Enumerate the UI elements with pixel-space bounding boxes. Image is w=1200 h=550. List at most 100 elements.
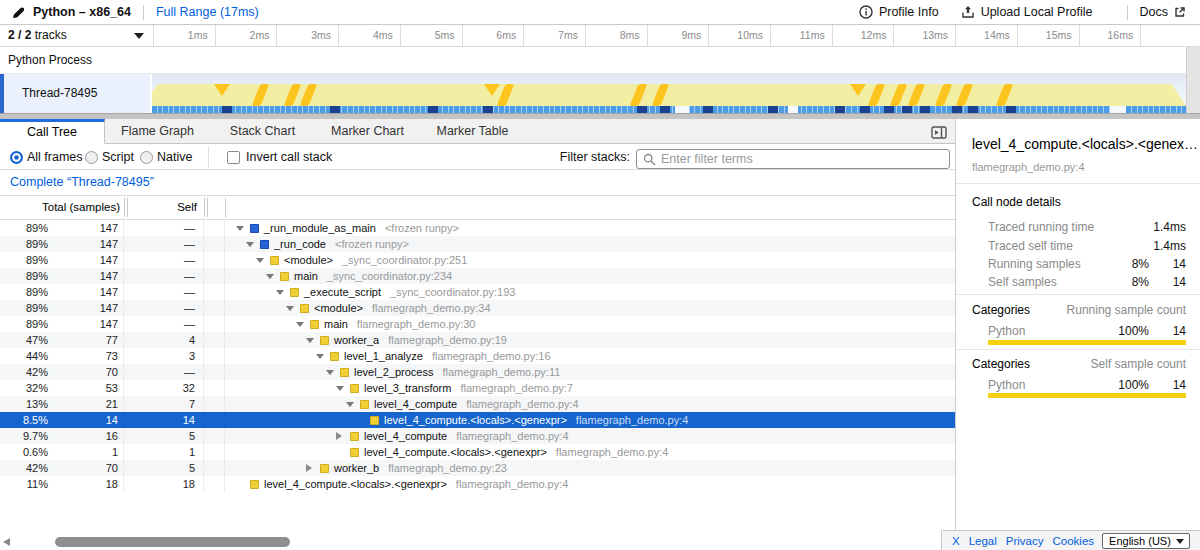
activity-marker-icon bbox=[652, 84, 670, 106]
call-tree-row[interactable]: 89%147—_execute_script_sync_coordinator.… bbox=[0, 284, 955, 300]
profile-name[interactable]: Python – x86_64 bbox=[33, 5, 131, 19]
call-tree-row[interactable]: 44%733level_1_analyzeflamegraph_demo.py:… bbox=[0, 348, 955, 364]
call-tree-row[interactable]: 42%705worker_bflamegraph_demo.py:23 bbox=[0, 460, 955, 476]
function-name[interactable]: _run_code bbox=[274, 238, 326, 250]
hscroll-thumb[interactable] bbox=[55, 537, 290, 547]
invert-call-stack-checkbox[interactable] bbox=[227, 151, 240, 164]
radio-script-label[interactable]: Script bbox=[102, 144, 134, 170]
footer-close-button[interactable]: X bbox=[952, 535, 960, 547]
sample-gap bbox=[1110, 106, 1126, 113]
category-square-icon bbox=[370, 416, 379, 425]
function-name[interactable]: worker_a bbox=[334, 334, 379, 346]
profile-info-button[interactable]: Profile Info bbox=[859, 5, 939, 19]
twisty-open-icon[interactable] bbox=[246, 242, 260, 247]
category-square-icon bbox=[250, 480, 259, 489]
twisty-open-icon[interactable] bbox=[296, 322, 310, 327]
function-name[interactable]: _run_module_as_main bbox=[264, 222, 376, 234]
function-name[interactable]: level_4_compute.<locals>.<genexpr> bbox=[364, 446, 547, 458]
language-select[interactable]: English (US) bbox=[1102, 533, 1190, 549]
total-percent: 42% bbox=[0, 364, 55, 380]
docs-link[interactable]: Docs bbox=[1140, 5, 1186, 19]
function-file: flamegraph_demo.py:4 bbox=[456, 430, 569, 442]
header-separator bbox=[143, 5, 144, 20]
breadcrumb-complete-thread[interactable]: Complete “Thread-78495” bbox=[10, 170, 154, 195]
filter-stacks-input[interactable] bbox=[661, 151, 949, 167]
twisty-open-icon[interactable] bbox=[276, 290, 290, 295]
radio-native[interactable] bbox=[140, 151, 153, 164]
twisty-open-icon[interactable] bbox=[336, 386, 350, 391]
function-name[interactable]: main bbox=[324, 318, 348, 330]
footer-link-privacy[interactable]: Privacy bbox=[1006, 535, 1044, 547]
tab-stack-chart[interactable]: Stack Chart bbox=[210, 119, 315, 144]
twisty-open-icon[interactable] bbox=[326, 370, 340, 375]
thread-track-label[interactable]: Thread-78495 bbox=[0, 74, 150, 113]
radio-all-frames[interactable] bbox=[10, 151, 23, 164]
column-header-total[interactable]: Total (samples) bbox=[0, 196, 120, 219]
call-tree-row[interactable]: 89%147—main_sync_coordinator.py:234 bbox=[0, 268, 955, 284]
function-name[interactable]: level_4_compute.<locals>.<genexpr> bbox=[384, 414, 567, 426]
call-tree-row[interactable]: 89%147—mainflamegraph_demo.py:30 bbox=[0, 316, 955, 332]
sidebar-category-row: Python100%14 bbox=[956, 324, 1200, 338]
call-tree-row[interactable]: 89%147—<module>_sync_coordinator.py:251 bbox=[0, 252, 955, 268]
activity-marker-icon bbox=[284, 84, 302, 106]
call-tree-row[interactable]: 89%147—_run_module_as_main<frozen runpy> bbox=[0, 220, 955, 236]
call-tree-row[interactable]: 47%774worker_aflamegraph_demo.py:19 bbox=[0, 332, 955, 348]
footer-link-legal[interactable]: Legal bbox=[969, 535, 997, 547]
tab-flame-graph[interactable]: Flame Graph bbox=[105, 119, 210, 144]
function-name[interactable]: level_3_transform bbox=[364, 382, 451, 394]
tracks-dropdown[interactable]: 2 / 2 tracks bbox=[8, 25, 67, 46]
ruler-tick-label: 1ms bbox=[153, 25, 208, 46]
function-name[interactable]: worker_b bbox=[334, 462, 379, 474]
call-tree-row[interactable]: 32%5332level_3_transformflamegraph_demo.… bbox=[0, 380, 955, 396]
call-tree-row[interactable]: 0.6%11level_4_compute.<locals>.<genexpr>… bbox=[0, 444, 955, 460]
twisty-open-icon[interactable] bbox=[316, 354, 330, 359]
call-tree-row[interactable]: 89%147—<module>flamegraph_demo.py:34 bbox=[0, 300, 955, 316]
function-file: _sync_coordinator.py:193 bbox=[390, 286, 515, 298]
invert-call-stack-label[interactable]: Invert call stack bbox=[246, 144, 332, 170]
thread-activity-graph[interactable] bbox=[152, 74, 1186, 113]
upload-local-profile-button[interactable]: Upload Local Profile bbox=[961, 5, 1093, 19]
call-tree-row[interactable]: 8.5%1414level_4_compute.<locals>.<genexp… bbox=[0, 412, 955, 428]
twisty-open-icon[interactable] bbox=[286, 306, 300, 311]
function-name[interactable]: level_1_analyze bbox=[344, 350, 423, 362]
twisty-open-icon[interactable] bbox=[346, 402, 360, 407]
function-name[interactable]: <module> bbox=[284, 254, 333, 266]
twisty-open-icon[interactable] bbox=[256, 258, 270, 263]
tab-marker-table[interactable]: Marker Table bbox=[420, 119, 525, 144]
sample-dark-block bbox=[768, 106, 778, 113]
track-python-process[interactable]: Python Process bbox=[0, 47, 1186, 74]
radio-script[interactable] bbox=[85, 151, 98, 164]
function-name[interactable]: <module> bbox=[314, 302, 363, 314]
tab-marker-chart[interactable]: Marker Chart bbox=[315, 119, 420, 144]
footer-link-cookies[interactable]: Cookies bbox=[1053, 535, 1095, 547]
total-samples: 16 bbox=[55, 428, 124, 444]
twisty-open-icon[interactable] bbox=[306, 338, 320, 343]
twisty-open-icon[interactable] bbox=[236, 226, 250, 231]
call-tree-row[interactable]: 11%1818level_4_compute.<locals>.<genexpr… bbox=[0, 476, 955, 492]
function-name[interactable]: level_2_process bbox=[354, 366, 434, 378]
twisty-closed-icon[interactable] bbox=[336, 432, 350, 440]
sidebar-toggle-button[interactable] bbox=[931, 125, 947, 143]
call-tree-row[interactable]: 42%70—level_2_processflamegraph_demo.py:… bbox=[0, 364, 955, 380]
radio-native-label[interactable]: Native bbox=[157, 144, 192, 170]
edit-profile-name-icon[interactable] bbox=[12, 6, 25, 19]
radio-all-frames-label[interactable]: All frames bbox=[27, 144, 83, 170]
twisty-closed-icon[interactable] bbox=[306, 464, 320, 472]
tab-call-tree[interactable]: Call Tree bbox=[0, 119, 105, 144]
call-tree-row[interactable]: 89%147—_run_code<frozen runpy> bbox=[0, 236, 955, 252]
call-tree-row[interactable]: 9.7%165level_4_computeflamegraph_demo.py… bbox=[0, 428, 955, 444]
function-name[interactable]: _execute_script bbox=[304, 286, 381, 298]
full-range-link[interactable]: Full Range (17ms) bbox=[156, 5, 259, 19]
ruler-tick-label: 6ms bbox=[461, 25, 516, 46]
column-header-self[interactable]: Self bbox=[130, 196, 197, 219]
twisty-open-icon[interactable] bbox=[266, 274, 280, 279]
call-tree-row[interactable]: 13%217level_4_computeflamegraph_demo.py:… bbox=[0, 396, 955, 412]
function-name[interactable]: level_4_compute bbox=[374, 398, 457, 410]
track-thread[interactable]: Thread-78495 bbox=[0, 74, 1186, 113]
function-name[interactable]: level_4_compute bbox=[364, 430, 447, 442]
sample-dark-block bbox=[483, 106, 493, 113]
ruler-tick-label: 2ms bbox=[214, 25, 269, 46]
function-name[interactable]: level_4_compute.<locals>.<genexpr> bbox=[264, 478, 447, 490]
hscroll-left-arrow[interactable] bbox=[3, 538, 10, 546]
function-name[interactable]: main bbox=[294, 270, 318, 282]
